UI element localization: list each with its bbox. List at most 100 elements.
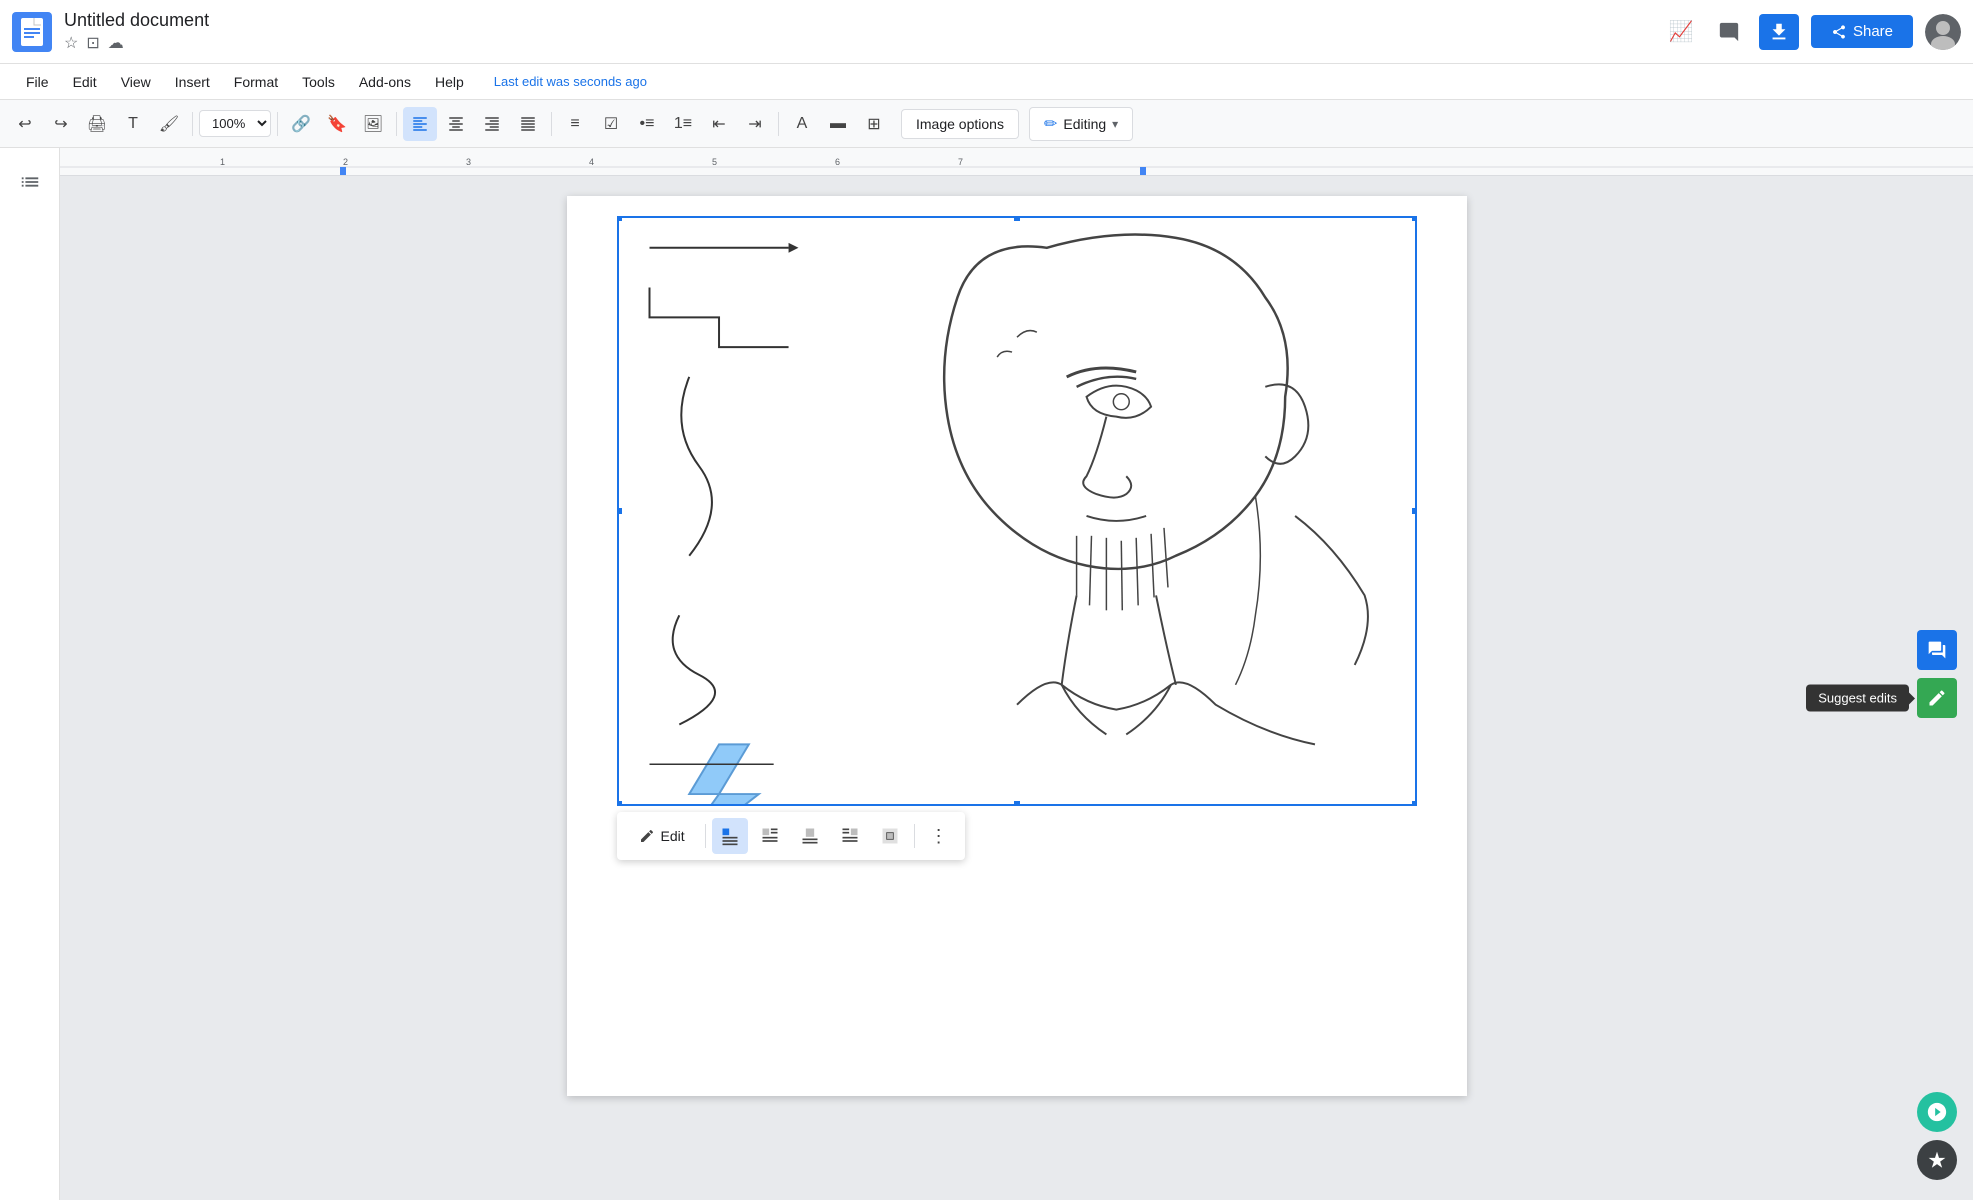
selected-image[interactable] <box>617 216 1417 806</box>
edit-image-button[interactable]: Edit <box>625 822 699 850</box>
wrap-right-button[interactable] <box>832 818 868 854</box>
image-options-button[interactable]: Image options <box>901 109 1019 139</box>
handle-middle-right[interactable] <box>1410 506 1417 516</box>
handle-top-middle[interactable] <box>1012 216 1022 223</box>
image-container[interactable]: Edit <box>617 216 1417 806</box>
toolbar-separator-2 <box>914 824 915 848</box>
last-edit-link[interactable]: Last edit was seconds ago <box>494 74 647 89</box>
wrap-behind-button[interactable] <box>872 818 908 854</box>
handle-top-right[interactable] <box>1410 216 1417 223</box>
folder-icon[interactable]: ⊡ <box>86 33 99 53</box>
share-button[interactable]: Share <box>1811 15 1913 48</box>
ruler-svg: 1 2 3 4 5 6 7 <box>60 148 1973 175</box>
separator-3 <box>396 112 397 136</box>
image-button[interactable]: 🖼 <box>356 107 390 141</box>
numbered-button[interactable]: 1≡ <box>666 107 700 141</box>
share-label: Share <box>1853 23 1893 40</box>
handle-bottom-middle[interactable] <box>1012 799 1022 806</box>
align-right-button[interactable] <box>475 107 509 141</box>
checklist-button[interactable]: ☑ <box>594 107 628 141</box>
cloud-icon[interactable]: ☁ <box>108 33 124 53</box>
justify-button[interactable] <box>511 107 545 141</box>
line-spacing-button[interactable]: ≡ <box>558 107 592 141</box>
gemini-button[interactable] <box>1917 1140 1957 1180</box>
align-left-button[interactable] <box>403 107 437 141</box>
align-center-button[interactable] <box>439 107 473 141</box>
svg-text:2: 2 <box>343 157 348 167</box>
save-to-drive-button[interactable] <box>1759 14 1799 50</box>
separator-1 <box>192 112 193 136</box>
doc-page[interactable]: Edit <box>60 176 1973 1200</box>
editing-mode-button[interactable]: ✏ Editing ▾ <box>1029 107 1133 141</box>
canvas-area: 1 2 3 4 5 6 7 <box>60 148 1973 1200</box>
zoom-select[interactable]: 100% 75% 125% 150% <box>199 110 271 137</box>
bottom-right-panel <box>1917 1092 1957 1180</box>
separator-5 <box>778 112 779 136</box>
drawing-content <box>619 218 1415 804</box>
avatar[interactable] <box>1925 14 1961 50</box>
document-page: Edit <box>567 196 1467 1096</box>
svg-text:7: 7 <box>958 157 963 167</box>
suggest-edits-float-button[interactable]: Suggest edits <box>1917 678 1957 718</box>
comment-icon[interactable] <box>1711 14 1747 50</box>
title-area: Untitled document ☆ ⊡ ☁ <box>64 10 209 53</box>
pencil-icon: ✏ <box>1044 114 1057 134</box>
highlight-button[interactable]: A <box>785 107 819 141</box>
separator-4 <box>551 112 552 136</box>
menu-file[interactable]: File <box>16 70 59 94</box>
svg-text:1: 1 <box>220 157 225 167</box>
left-sidebar <box>0 148 60 1200</box>
print-button[interactable]: 🖨 <box>80 107 114 141</box>
topbar-right: 📈 Share <box>1663 14 1961 50</box>
indent-less-button[interactable]: ⇤ <box>702 107 736 141</box>
menu-tools[interactable]: Tools <box>292 70 345 94</box>
add-comment-float-button[interactable] <box>1917 630 1957 670</box>
background-button[interactable]: ▬ <box>821 107 855 141</box>
svg-text:5: 5 <box>712 157 717 167</box>
handle-middle-left[interactable] <box>617 506 624 516</box>
suggest-edits-tooltip: Suggest edits <box>1806 685 1909 712</box>
chevron-down-icon: ▾ <box>1112 117 1118 131</box>
main-area: 1 2 3 4 5 6 7 <box>0 148 1973 1200</box>
sidebar-list-icon[interactable] <box>12 164 48 200</box>
ruler: 1 2 3 4 5 6 7 <box>60 148 1973 176</box>
ai-assistant-button[interactable] <box>1917 1092 1957 1132</box>
toolbar-separator <box>705 824 706 848</box>
handle-bottom-right[interactable] <box>1410 799 1417 806</box>
right-float-panel: Suggest edits <box>1917 630 1957 718</box>
edit-label: Edit <box>661 828 685 844</box>
doc-title[interactable]: Untitled document <box>64 10 209 31</box>
bullets-button[interactable]: •≡ <box>630 107 664 141</box>
paint-format-button[interactable]: 🖌 <box>152 107 186 141</box>
menu-view[interactable]: View <box>111 70 161 94</box>
more-options-button[interactable]: ⋮ <box>921 818 957 854</box>
wrap-inline-button[interactable] <box>712 818 748 854</box>
editing-label: Editing <box>1063 116 1106 132</box>
svg-text:6: 6 <box>835 157 840 167</box>
menu-insert[interactable]: Insert <box>165 70 220 94</box>
svg-text:3: 3 <box>466 157 471 167</box>
undo-button[interactable]: ↩ <box>8 107 42 141</box>
handle-top-left[interactable] <box>617 216 624 223</box>
wrap-left-button[interactable] <box>752 818 788 854</box>
spell-check-button[interactable]: T <box>116 107 150 141</box>
wrap-break-button[interactable] <box>792 818 828 854</box>
toolbar: ↩ ↪ 🖨 T 🖌 100% 75% 125% 150% 🔗 🔖 🖼 ≡ ☑ •… <box>0 100 1973 148</box>
indent-more-button[interactable]: ⇥ <box>738 107 772 141</box>
title-icons: ☆ ⊡ ☁ <box>64 33 209 53</box>
borders-button[interactable]: ⊞ <box>857 107 891 141</box>
svg-text:4: 4 <box>589 157 594 167</box>
trend-icon[interactable]: 📈 <box>1663 14 1699 50</box>
menu-edit[interactable]: Edit <box>63 70 107 94</box>
separator-2 <box>277 112 278 136</box>
redo-button[interactable]: ↪ <box>44 107 78 141</box>
handle-bottom-left[interactable] <box>617 799 624 806</box>
menu-help[interactable]: Help <box>425 70 474 94</box>
app-icon[interactable] <box>12 12 52 52</box>
link-button[interactable]: 🔗 <box>284 107 318 141</box>
menu-format[interactable]: Format <box>224 70 288 94</box>
bookmark-button[interactable]: 🔖 <box>320 107 354 141</box>
image-toolbar: Edit <box>617 812 965 860</box>
menu-addons[interactable]: Add-ons <box>349 70 421 94</box>
star-icon[interactable]: ☆ <box>64 33 78 53</box>
